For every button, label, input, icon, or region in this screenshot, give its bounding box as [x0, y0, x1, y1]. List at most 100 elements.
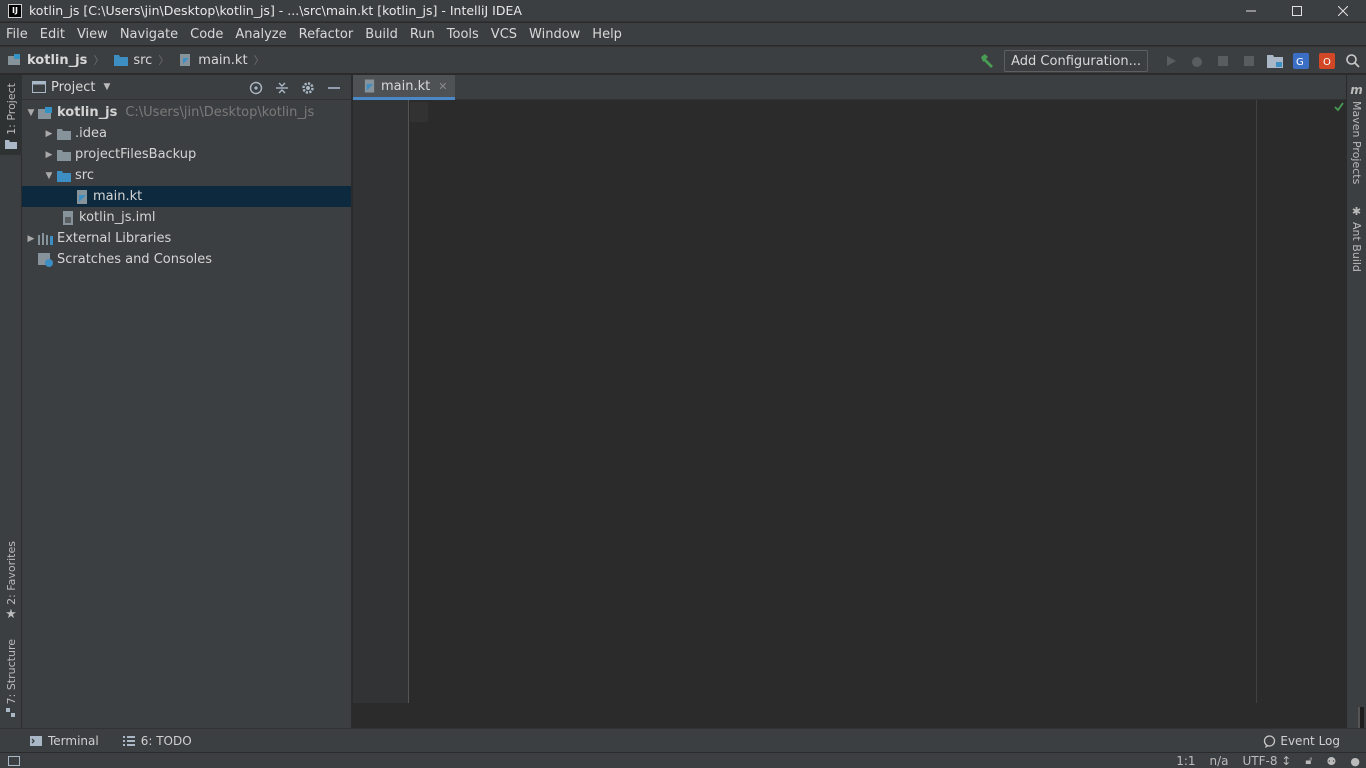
tab-project-label: 1: Project [4, 83, 18, 135]
lock-icon[interactable]: 🔓︎ [1305, 754, 1312, 768]
svg-text:G: G [1296, 57, 1304, 68]
event-log-icon [1264, 734, 1276, 748]
run-button[interactable] [1158, 47, 1184, 75]
code-editor[interactable] [410, 100, 1346, 703]
minimize-icon [1246, 10, 1256, 12]
tree-item-idea[interactable]: ▶ .idea [22, 123, 351, 144]
inspection-icon[interactable]: ⚉ [1327, 755, 1337, 768]
menu-code[interactable]: Code [190, 27, 223, 42]
hide-panel-button[interactable] [321, 75, 347, 100]
todo-list-icon [122, 735, 135, 746]
menu-navigate[interactable]: Navigate [120, 27, 178, 42]
search-everywhere-button[interactable] [1340, 47, 1366, 75]
editor-gutter[interactable] [353, 100, 409, 703]
folder-icon [56, 148, 72, 162]
module-file-icon [60, 210, 76, 225]
target-icon [249, 81, 263, 94]
tree-item-external-libraries[interactable]: ▶ External Libraries [22, 228, 351, 249]
chevron-right-icon: 〉 [253, 54, 265, 67]
caret-position[interactable]: 1:1 [1176, 754, 1195, 768]
tab-terminal[interactable]: Terminal [30, 734, 99, 748]
tree-item-kotlin-js[interactable]: ▼ kotlin_js C:\Users\jin\Desktop\kotlin_… [22, 102, 351, 123]
close-button[interactable] [1320, 0, 1366, 22]
tree-item-label: src [75, 168, 94, 183]
breadcrumb-label: kotlin_js [27, 52, 88, 68]
event-log-label: Event Log [1280, 734, 1340, 748]
breadcrumb-project[interactable]: kotlin_js 〉 [8, 52, 106, 68]
tree-item-src[interactable]: ▼ src [22, 165, 351, 186]
breadcrumb-file[interactable]: main.kt 〉 [179, 52, 266, 68]
menu-build[interactable]: Build [365, 27, 398, 42]
close-tab-icon[interactable]: ✕ [438, 80, 447, 93]
tree-item-main-kt[interactable]: main.kt [22, 186, 351, 207]
expanded-arrow-icon[interactable]: ▼ [42, 165, 56, 186]
tab-event-log[interactable]: Event Log [1263, 729, 1340, 753]
right-margin-guide [1256, 100, 1257, 703]
file-encoding[interactable]: UTF-8 ↕ [1243, 754, 1292, 768]
tab-maven-projects[interactable]: m Maven Projects [1350, 83, 1363, 184]
menu-analyze[interactable]: Analyze [235, 27, 286, 42]
build-hammer-button[interactable] [974, 47, 1000, 75]
breadcrumb-src[interactable]: src 〉 [114, 52, 171, 68]
minimize-button[interactable] [1228, 0, 1274, 22]
collapse-all-button[interactable] [269, 75, 295, 100]
menu-edit[interactable]: Edit [40, 27, 65, 42]
panel-settings-button[interactable] [295, 75, 321, 100]
library-icon [38, 232, 54, 246]
tab-todo[interactable]: 6: TODO [122, 734, 192, 748]
editor-tab-bar: main.kt ✕ [353, 75, 1346, 100]
translate-button[interactable]: G [1288, 47, 1314, 75]
menu-tools[interactable]: Tools [447, 27, 479, 42]
menu-window[interactable]: Window [529, 27, 580, 42]
project-panel-tools [243, 75, 347, 100]
menu-run[interactable]: Run [410, 27, 435, 42]
menu-view[interactable]: View [77, 27, 108, 42]
tab-project[interactable]: 1: Project [0, 75, 22, 155]
project-view-selector[interactable]: Project ▼ [32, 80, 110, 95]
collapsed-arrow-icon[interactable]: ▶ [42, 123, 56, 144]
maximize-button[interactable] [1274, 0, 1320, 22]
svg-text:O: O [1323, 57, 1331, 68]
menu-help[interactable]: Help [592, 27, 622, 42]
tab-terminal-label: Terminal [48, 733, 99, 748]
coverage-button[interactable] [1210, 47, 1236, 75]
caret-line-highlight [410, 102, 428, 122]
window-title: kotlin_js [C:\Users\jin\Desktop\kotlin_j… [29, 3, 522, 18]
menu-refactor[interactable]: Refactor [299, 27, 354, 42]
office-plugin-button[interactable]: O [1314, 47, 1340, 75]
maven-icon: m [1350, 83, 1363, 97]
tree-item-kotlin-js-iml[interactable]: kotlin_js.iml [22, 207, 351, 228]
line-separator-status[interactable]: n/a [1210, 754, 1229, 768]
tab-favorites[interactable]: 2: Favorites ★ [0, 535, 22, 625]
expanded-arrow-icon[interactable]: ▼ [24, 102, 38, 123]
tool-windows-toggle-icon[interactable] [8, 755, 20, 766]
run-icon [1167, 56, 1176, 66]
tab-structure[interactable]: 7: Structure [0, 635, 22, 720]
right-tool-strip: m Maven Projects ✱ Ant Build [1346, 75, 1366, 747]
terminal-icon [30, 735, 42, 746]
window-controls [1228, 0, 1366, 22]
tab-structure-label: 7: Structure [4, 639, 18, 705]
tree-item-scratches[interactable]: Scratches and Consoles [22, 249, 351, 270]
editor-scrollbar[interactable] [1332, 100, 1346, 703]
menu-file[interactable]: File [6, 27, 28, 42]
navigation-bar: kotlin_js 〉 src 〉 main.kt 〉 Add Configur… [0, 46, 1366, 74]
add-configuration-button[interactable]: Add Configuration... [1004, 50, 1148, 72]
tree-item-project-files-backup[interactable]: ▶ projectFilesBackup [22, 144, 351, 165]
menu-vcs[interactable]: VCS [491, 27, 517, 42]
collapsed-arrow-icon[interactable]: ▶ [42, 144, 56, 165]
debug-button[interactable] [1184, 47, 1210, 75]
tab-maven-label: Maven Projects [1350, 101, 1363, 185]
hammer-icon [981, 54, 994, 68]
tab-ant-build[interactable]: ✱ Ant Build [1350, 205, 1363, 272]
translate-icon: G [1293, 53, 1309, 69]
tree-item-label: External Libraries [57, 231, 172, 246]
folder-icon [114, 55, 129, 66]
notification-icon[interactable]: ● [1350, 755, 1360, 768]
editor-tab-main-kt[interactable]: main.kt ✕ [353, 75, 456, 100]
minimize-icon [328, 86, 340, 89]
scroll-from-source-button[interactable] [243, 75, 269, 100]
collapsed-arrow-icon[interactable]: ▶ [24, 228, 38, 249]
project-structure-button[interactable] [1262, 47, 1288, 75]
stop-button[interactable] [1236, 47, 1262, 75]
